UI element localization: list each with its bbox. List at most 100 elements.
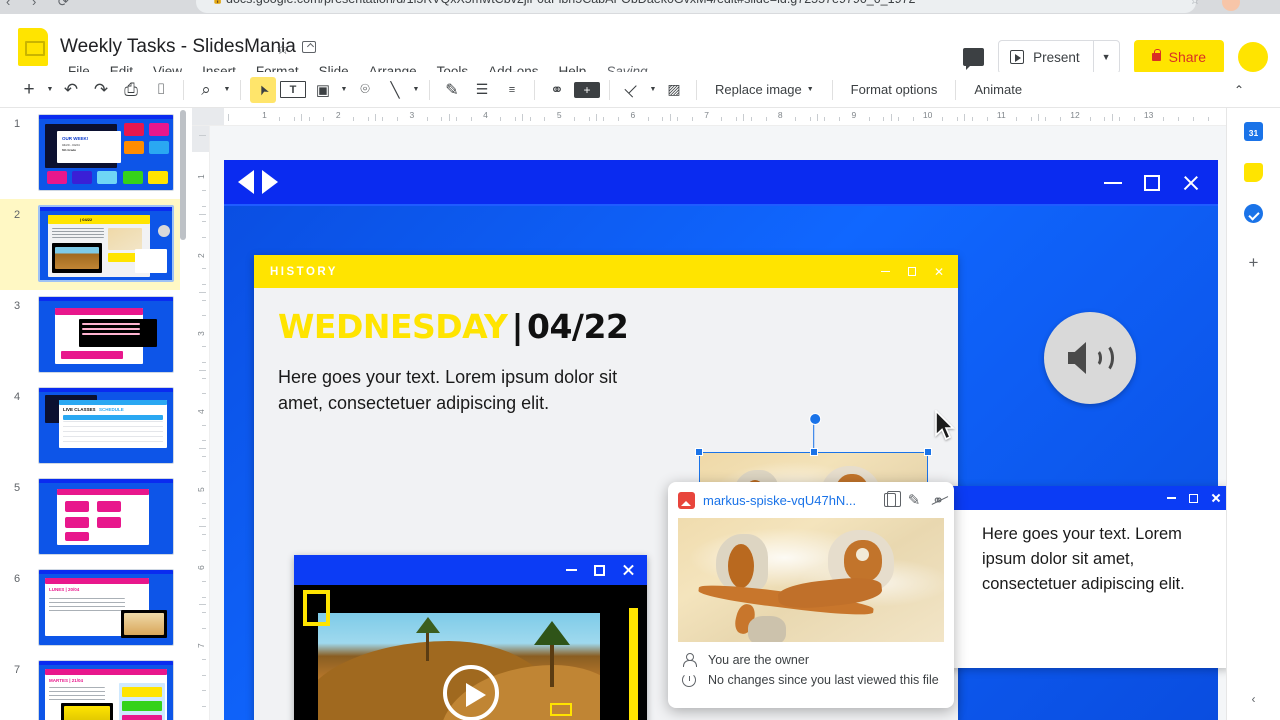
zoom-button[interactable] — [193, 77, 219, 103]
chevron-down-icon[interactable]: ▼ — [221, 86, 233, 93]
list-item[interactable]: 1 OUR WEEK! 04/20 - 04/24 6th Grade — [0, 108, 180, 199]
minimize-icon[interactable] — [1104, 182, 1122, 184]
chevron-down-icon[interactable]: ▼ — [338, 86, 350, 93]
avatar[interactable] — [1238, 42, 1268, 72]
maximize-icon[interactable] — [907, 267, 916, 276]
calendar-icon[interactable]: 31 — [1244, 122, 1263, 141]
slide-filmstrip[interactable]: 1 OUR WEEK! 04/20 - 04/24 6th Grade 2 | … — [0, 108, 180, 720]
pencil-icon[interactable] — [908, 491, 921, 510]
filmstrip-scrollbar[interactable] — [180, 110, 186, 240]
line-tool[interactable] — [382, 77, 408, 103]
slide-thumbnail-6[interactable]: LUNES | 20/04 — [38, 569, 174, 646]
pen-tool[interactable] — [439, 77, 465, 103]
keep-icon[interactable] — [1244, 163, 1263, 182]
page-title[interactable]: Weekly Tasks - SlidesMania — [60, 36, 296, 58]
video-scrollbar[interactable] — [629, 608, 638, 720]
image-file-name-link[interactable]: markus-spiske-vqU47hN... — [703, 493, 876, 508]
move-to-folder-icon[interactable] — [302, 41, 316, 53]
paint-format-button[interactable] — [148, 77, 174, 103]
close-icon[interactable]: ✕ — [934, 266, 944, 278]
slides-logo-icon[interactable] — [18, 28, 48, 66]
chevron-down-icon[interactable]: ▼ — [1092, 41, 1119, 73]
new-slide-button[interactable] — [16, 77, 42, 103]
star-icon[interactable]: ☆ — [276, 40, 289, 58]
line-spacing-button[interactable] — [499, 77, 525, 103]
resize-handle-n[interactable] — [809, 448, 818, 456]
arrow-left-icon[interactable] — [238, 170, 254, 194]
minimize-icon[interactable] — [1167, 497, 1176, 499]
list-item[interactable]: 6 LUNES | 20/04 — [0, 563, 180, 654]
select-tool[interactable] — [250, 76, 276, 103]
bookmark-star-icon[interactable]: ☆ — [1190, 0, 1200, 7]
minimize-icon[interactable] — [880, 270, 890, 273]
ruler-tick — [375, 114, 377, 121]
ruler-tick — [202, 377, 206, 379]
text-window-body[interactable]: Here goes your text. Lorem ipsum dolor s… — [982, 522, 1202, 596]
format-options-button[interactable]: Format options — [840, 77, 949, 103]
image-info-popup[interactable]: markus-spiske-vqU47hN... You are the own… — [668, 482, 954, 708]
ruler-tick — [691, 117, 693, 121]
present-button-main[interactable]: Present — [999, 41, 1093, 73]
close-icon[interactable] — [1211, 493, 1221, 503]
slide-body-text[interactable]: Here goes your text. Lorem ipsum dolor s… — [278, 365, 638, 416]
address-bar[interactable]: 🔒 docs.google.com/presentation/d/1i5RVQx… — [196, 0, 1196, 13]
insert-image-button[interactable] — [310, 77, 336, 103]
chevron-down-icon[interactable]: ▼ — [410, 86, 422, 93]
redo-button[interactable] — [88, 77, 114, 103]
maximize-icon[interactable] — [1189, 493, 1198, 503]
shape-tool[interactable] — [352, 77, 378, 103]
video-window[interactable] — [294, 555, 647, 720]
animate-button[interactable]: Animate — [963, 77, 1033, 103]
add-comment-button[interactable] — [574, 81, 600, 98]
list-item[interactable]: 3 — [0, 290, 180, 381]
thumb-title: MARTES | 21/04 — [49, 678, 84, 683]
slide-thumbnail-2[interactable]: | 04/22 — [38, 205, 174, 282]
close-icon[interactable] — [1182, 174, 1200, 192]
maximize-icon[interactable] — [1144, 175, 1160, 191]
chevron-down-icon[interactable]: ▼ — [647, 86, 659, 93]
slide-thumbnail-1[interactable]: OUR WEEK! 04/20 - 04/24 6th Grade — [38, 114, 174, 191]
browser-nav-buttons[interactable]: ‹ › ⟳ — [6, 0, 78, 10]
present-button[interactable]: Present ▼ — [998, 40, 1120, 74]
align-button[interactable] — [469, 77, 495, 103]
unlink-icon[interactable] — [932, 492, 944, 509]
crop-button[interactable] — [619, 77, 645, 103]
insert-link-button[interactable] — [544, 77, 570, 103]
undo-button[interactable] — [58, 77, 84, 103]
horizontal-ruler: 1 2 3 4 5 6 7 8 9 10 11 12 13 — [192, 108, 1226, 126]
tasks-icon[interactable] — [1244, 204, 1263, 223]
list-item[interactable]: 4 LIVE CLASSES SCHEDULE — [0, 381, 180, 472]
play-icon[interactable] — [442, 665, 499, 720]
mask-image-button[interactable] — [661, 77, 687, 103]
minimize-icon[interactable] — [566, 569, 577, 571]
list-item[interactable]: 5 — [0, 472, 180, 563]
maximize-icon[interactable] — [594, 564, 605, 576]
copy-icon[interactable] — [883, 490, 902, 507]
arrow-right-icon[interactable] — [262, 170, 278, 194]
list-item[interactable]: 2 | 04/22 — [0, 199, 180, 290]
ruler-tick-label: 7 — [704, 110, 709, 120]
text-box-tool[interactable] — [280, 81, 306, 98]
expand-panel-icon[interactable]: ‹ — [1252, 692, 1256, 706]
slide-thumbnail-7[interactable]: MARTES | 21/04 — [38, 660, 174, 720]
print-button[interactable] — [118, 77, 144, 103]
slide-thumbnail-3[interactable] — [38, 296, 174, 373]
slide-thumbnail-5[interactable] — [38, 478, 174, 555]
share-button[interactable]: Share — [1133, 40, 1224, 74]
add-addon-icon[interactable]: + — [1249, 253, 1259, 273]
comment-history-icon[interactable] — [963, 48, 985, 70]
slide-thumbnail-4[interactable]: LIVE CLASSES SCHEDULE — [38, 387, 174, 464]
list-item[interactable]: 7 MARTES | 21/04 — [0, 654, 180, 720]
browser-profile-avatar[interactable] — [1222, 0, 1240, 11]
ruler-tick-label: 4 — [196, 409, 206, 414]
slide-nav-arrows[interactable] — [238, 170, 278, 194]
resize-handle-ne[interactable] — [924, 448, 932, 456]
replace-image-button[interactable]: Replace image ▼ — [704, 77, 825, 103]
video-screen[interactable] — [294, 585, 647, 720]
resize-handle-nw[interactable] — [695, 448, 703, 456]
chevron-up-icon[interactable]: ⌃ — [1234, 83, 1244, 97]
close-icon[interactable] — [622, 564, 635, 577]
speaker-button[interactable] — [1044, 312, 1136, 404]
chevron-down-icon[interactable]: ▼ — [44, 86, 56, 93]
text-window[interactable]: Here goes your text. Lorem ipsum dolor s… — [946, 486, 1230, 668]
